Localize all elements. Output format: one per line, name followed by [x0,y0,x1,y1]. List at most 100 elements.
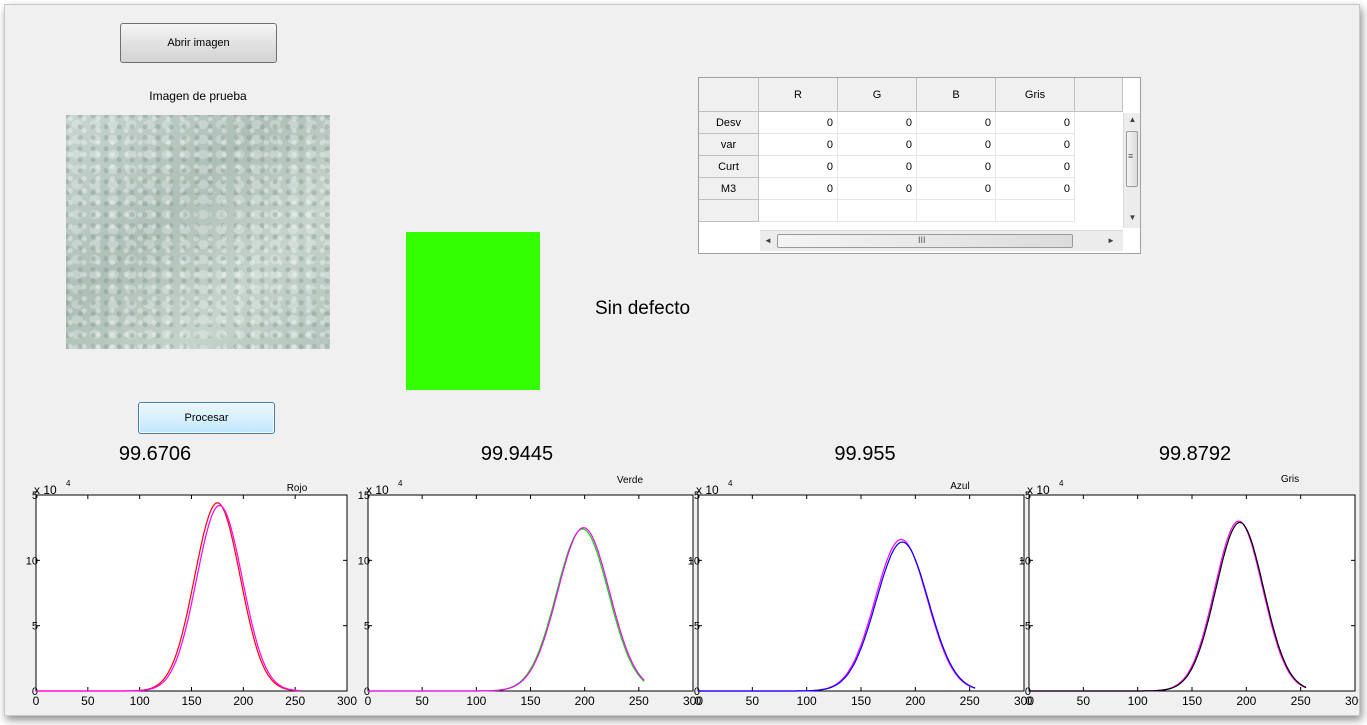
x-tick-label: 300 [1345,694,1360,708]
column-header-filler [1075,78,1123,112]
app-window: Abrir imagen Imagen de prueba Sin defect… [4,4,1360,716]
y-tick-label: 5 [32,490,38,502]
x-tick-label: 100 [1128,694,1148,708]
scroll-right-icon[interactable]: ► [1105,236,1117,245]
chart-title: Verde [617,475,644,486]
table-cell[interactable]: 0 [917,134,996,156]
histogram-chart-gris: 99.8792Grisx 10405010015020025030005105 [1019,443,1360,708]
result-text: Sin defecto [595,298,691,319]
column-header: B [917,78,996,112]
horizontal-scroll-grip: III [918,235,926,245]
y-tick-label: 0 [32,686,38,698]
plot-area [367,494,694,692]
histogram-chart-verde: 99.9445Verdex 10 40 50 100 150 200 250 30005101… [358,443,704,708]
histogram-charts: 99.6706Rojox 10 40 50 100 150 200 250 300051059… [26,443,1360,708]
y-tick-label: 10 [358,555,370,567]
column-header: G [838,78,917,112]
chart-title: Gris [1281,474,1299,485]
y-tick-label: 5 [32,621,38,633]
stats-table[interactable]: R G B Gris Desv 0 0 0 0 var 0 0 0 0 Curt 0 0 0 0 M3 0 0 0 0 ▲ ≡… [698,77,1141,254]
table-cell[interactable]: 0 [996,112,1075,134]
scroll-left-icon[interactable]: ◄ [762,236,774,245]
table-cell[interactable]: 0 [838,156,917,178]
x-tick-label: 150 [520,694,540,708]
x-tick-label: 250 [960,694,980,708]
histogram-chart-rojo: 99.6706Rojox 10 40 50 100 150 200 250 30005105 [26,443,358,708]
scroll-up-icon[interactable]: ▲ [1124,115,1141,124]
table-vertical-scrollbar[interactable]: ▲ ≡ ▼ [1123,113,1140,228]
scroll-down-icon[interactable]: ▼ [1124,213,1141,222]
table-cell[interactable]: 0 [917,112,996,134]
x-tick-label: 250 [285,694,305,708]
table-cell[interactable]: 0 [996,156,1075,178]
table-horizontal-scrollbar[interactable]: ◄ III ► [760,230,1123,251]
x-tick-label: 200 [233,694,253,708]
row-header: Desv [699,112,759,134]
row-header-empty [699,200,759,222]
exponent-power: 4 [1059,479,1064,488]
table-cell[interactable]: 0 [996,134,1075,156]
open-image-button[interactable]: Abrir imagen [120,23,277,63]
y-tick-label: 0 [1025,686,1031,698]
sample-image [66,115,330,349]
y-tick-label: 10 [1019,555,1031,567]
chart-score: 99.955 [834,443,895,465]
row-header: Curt [699,156,759,178]
horizontal-scroll-thumb[interactable]: III [777,234,1073,248]
table-cell[interactable]: 0 [759,134,838,156]
table-cell[interactable]: 0 [838,178,917,200]
table-cell-empty[interactable] [759,200,838,222]
histogram-chart-azul: 99.955Azulx 10 40 50 100 150 200 250 30005105 [688,443,1035,708]
table-cell[interactable]: 0 [759,156,838,178]
x-tick-label: 200 [575,694,595,708]
y-tick-label: 5 [1025,490,1031,502]
x-tick-label: 150 [1182,694,1202,708]
x-tick-label: 300 [337,694,357,708]
vertical-scroll-thumb[interactable]: ≡ [1126,131,1138,187]
x-tick-label: 200 [1236,694,1256,708]
exponent-power: 4 [728,479,733,488]
table-cell-empty[interactable] [917,200,996,222]
y-tick-label: 10 [26,555,38,567]
x-tick-label: 50 [81,694,95,708]
exponent-power: 4 [66,479,71,488]
vertical-scroll-grip: ≡ [1128,151,1134,161]
y-tick-label: 15 [358,490,370,502]
table-cell[interactable]: 0 [838,134,917,156]
sample-image-title: Imagen de prueba [149,89,247,103]
table-cell[interactable]: 0 [759,112,838,134]
x-tick-label: 50 [415,694,429,708]
table-cell[interactable]: 0 [838,112,917,134]
y-tick-label: 10 [688,555,700,567]
column-header: R [759,78,838,112]
exponent-power: 4 [398,479,403,488]
status-indicator [406,232,540,390]
y-tick-label: 5 [694,621,700,633]
table-cell[interactable]: 0 [759,178,838,200]
table-cell[interactable]: 0 [996,178,1075,200]
x-tick-label: 50 [1077,694,1091,708]
chart-title: Azul [950,481,969,492]
table-cell-empty[interactable] [838,200,917,222]
table-corner-cell [699,78,759,112]
x-tick-label: 150 [851,694,871,708]
table-cell-empty[interactable] [996,200,1075,222]
y-tick-label: 0 [694,686,700,698]
plot-area [1028,494,1356,692]
x-tick-label: 50 [746,694,760,708]
table-cell[interactable]: 0 [917,156,996,178]
x-tick-label: 100 [130,694,150,708]
y-tick-label: 0 [364,686,370,698]
row-header: M3 [699,178,759,200]
x-tick-label: 150 [181,694,201,708]
column-header: Gris [996,78,1075,112]
table-cell[interactable]: 0 [917,178,996,200]
plot-area [697,494,1025,692]
row-header: var [699,134,759,156]
y-tick-label: 5 [694,490,700,502]
y-tick-label: 5 [364,621,370,633]
x-tick-label: 250 [1291,694,1311,708]
x-tick-label: 250 [629,694,649,708]
chart-score: 99.8792 [1159,443,1231,465]
chart-score: 99.6706 [119,443,191,465]
